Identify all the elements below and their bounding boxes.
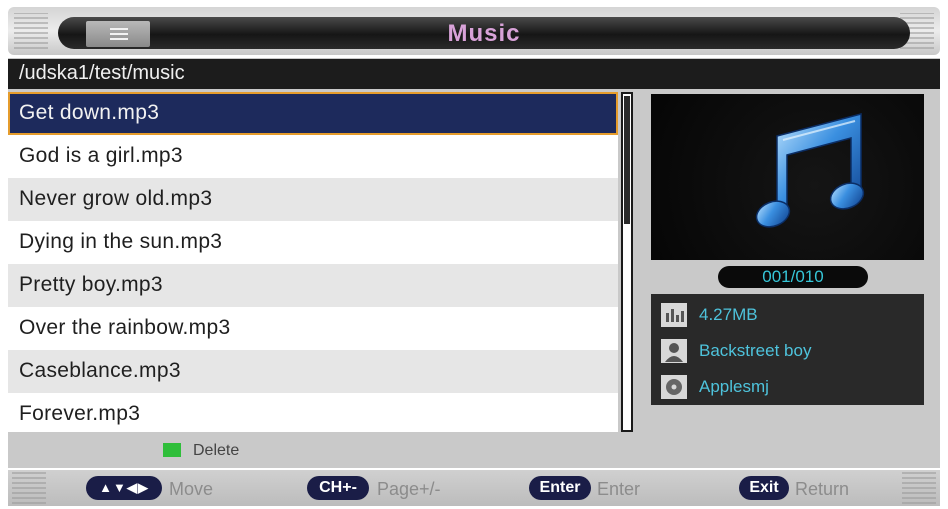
green-key-icon: [163, 443, 181, 457]
move-label: Move: [169, 479, 214, 499]
right-footer-grille: [902, 472, 936, 504]
title-pill: Music: [58, 17, 910, 49]
file-item[interactable]: Dying in the sun.mp3: [8, 221, 618, 264]
scrollbar-thumb[interactable]: [624, 96, 630, 224]
file-name: Pretty boy.mp3: [19, 273, 163, 296]
enter-label: Enter: [597, 479, 641, 499]
enter-key-button: Enter: [529, 476, 591, 500]
file-item[interactable]: Caseblance.mp3: [8, 350, 618, 393]
file-name: Never grow old.mp3: [19, 187, 213, 210]
title-bar: Music: [8, 7, 940, 55]
file-name: Get down.mp3: [19, 101, 160, 124]
file-item-selected[interactable]: Get down.mp3: [8, 92, 618, 135]
page-title: Music: [447, 20, 521, 47]
path-bar: /udska1/test/music: [8, 59, 940, 89]
page-label: Page+/-: [377, 479, 441, 499]
delete-hint-label: Delete: [193, 442, 240, 459]
album-art: [651, 94, 924, 260]
artist-value: Backstreet boy: [699, 341, 812, 360]
arrow-keys-icon: ▲▼◀▶: [86, 476, 162, 500]
file-item[interactable]: Never grow old.mp3: [8, 178, 618, 221]
album-value: Applesmj: [699, 377, 769, 396]
exit-key-button: Exit: [739, 476, 789, 500]
file-item[interactable]: Forever.mp3: [8, 393, 618, 432]
left-footer-grille: [12, 472, 46, 504]
file-item[interactable]: Over the rainbow.mp3: [8, 307, 618, 350]
artist-icon: [661, 339, 687, 363]
file-name: Forever.mp3: [19, 402, 141, 425]
ch-key-button: CH+-: [307, 476, 369, 500]
file-size-icon: [661, 303, 687, 327]
file-name: Caseblance.mp3: [19, 359, 181, 382]
album-disc-icon: [661, 375, 687, 399]
current-path: /udska1/test/music: [19, 62, 185, 84]
music-note-icon: [755, 113, 865, 228]
left-grille-decoration: [14, 13, 48, 49]
track-info-panel: 4.27MB Backstreet boy Applesmj: [651, 294, 924, 405]
file-item[interactable]: Pretty boy.mp3: [8, 264, 618, 307]
file-name: God is a girl.mp3: [19, 144, 183, 167]
file-size-value: 4.27MB: [699, 305, 758, 324]
file-item[interactable]: God is a girl.mp3: [8, 135, 618, 178]
return-label: Return: [795, 479, 850, 499]
track-counter: 001/010: [718, 266, 868, 288]
file-list: Get down.mp3 God is a girl.mp3 Never gro…: [8, 92, 618, 432]
music-screen: Music /udska1/test/music Get down.mp3 Go…: [0, 0, 948, 509]
file-name: Over the rainbow.mp3: [19, 316, 231, 339]
file-name: Dying in the sun.mp3: [19, 230, 223, 253]
